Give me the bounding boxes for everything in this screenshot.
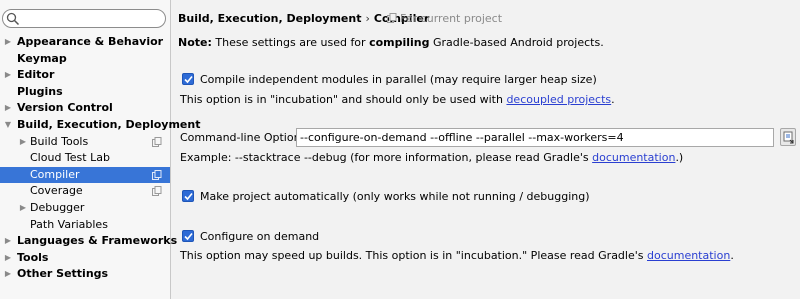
sidebar-item-coverage[interactable]: Coverage: [0, 183, 170, 200]
sidebar-item-label: Keymap: [17, 51, 67, 65]
parallel-hint-suffix: .: [611, 93, 615, 106]
cmdline-example-text: Example: --stacktrace --debug (for more …: [180, 151, 593, 164]
project-scope-icon: [152, 186, 162, 197]
sidebar-item-label: Tools: [17, 250, 49, 264]
expand-icon: [783, 131, 794, 144]
sidebar-item-other-settings[interactable]: ▶ Other Settings: [0, 266, 170, 283]
breadcrumb-separator: ›: [365, 12, 370, 25]
scope-indicator: For current project: [387, 12, 502, 25]
note-part2: Gradle-based Android projects.: [429, 36, 604, 49]
cmdline-example-suffix: .): [675, 151, 684, 164]
breadcrumb-parent[interactable]: Build, Execution, Deployment: [178, 12, 361, 25]
sidebar-item-label: Editor: [17, 68, 55, 82]
checkmark-icon: [184, 232, 193, 241]
chevron-right-icon[interactable]: ▶: [18, 200, 28, 217]
sidebar-item-label: Cloud Test Lab: [30, 151, 110, 165]
sidebar-item-label: Languages & Frameworks: [17, 234, 178, 248]
cmdline-example: Example: --stacktrace --debug (for more …: [180, 151, 683, 164]
sidebar-item-label: Plugins: [17, 84, 63, 98]
gradle-documentation-link-2[interactable]: documentation: [647, 249, 730, 262]
compiler-settings-panel: Build, Execution, Deployment › Compiler Fo…: [171, 0, 800, 299]
sidebar-item-build-execution-deployment[interactable]: ▼ Build, Execution, Deployment: [0, 117, 201, 134]
sidebar-item-plugins[interactable]: Plugins: [0, 84, 170, 101]
configure-on-demand-label[interactable]: Configure on demand: [200, 230, 319, 243]
chevron-right-icon[interactable]: ▶: [3, 266, 13, 283]
make-automatically-checkbox[interactable]: [182, 190, 194, 202]
sidebar-item-label: Coverage: [30, 184, 83, 198]
sidebar-item-languages-frameworks[interactable]: ▶ Languages & Frameworks: [0, 233, 177, 250]
parallel-hint-text: This option is in "incubation" and shoul…: [180, 93, 507, 106]
cmdline-label: Command-line Options:: [180, 131, 311, 144]
sidebar-item-version-control[interactable]: ▶ Version Control: [0, 100, 170, 117]
project-scope-icon: [152, 169, 162, 180]
sidebar-item-cloud-test-lab[interactable]: Cloud Test Lab: [0, 150, 170, 167]
parallel-checkbox[interactable]: [182, 73, 194, 85]
on-demand-hint-text: This option may speed up builds. This op…: [180, 249, 647, 262]
chevron-right-icon[interactable]: ▶: [18, 134, 28, 151]
sidebar-item-label: Other Settings: [17, 267, 109, 281]
chevron-right-icon[interactable]: ▶: [3, 233, 13, 250]
cmdline-options-input[interactable]: --configure-on-demand --offline --parall…: [296, 128, 774, 147]
sidebar-item-label: Debugger: [30, 200, 85, 214]
sidebar-item-compiler[interactable]: Compiler: [0, 166, 170, 184]
on-demand-hint-suffix: .: [730, 249, 734, 262]
expand-editor-button[interactable]: [780, 128, 796, 146]
project-scope-icon: [387, 13, 397, 23]
sidebar-item-keymap[interactable]: Keymap: [0, 51, 170, 68]
configure-on-demand-hint: This option may speed up builds. This op…: [180, 249, 734, 262]
chevron-down-icon[interactable]: ▼: [3, 117, 13, 134]
gradle-documentation-link[interactable]: documentation: [592, 151, 675, 164]
project-scope-icon: [152, 136, 162, 147]
parallel-label[interactable]: Compile independent modules in parallel …: [200, 73, 597, 86]
settings-sidebar: ▶ Appearance & Behavior Keymap ▶ Editor Plugi…: [0, 0, 201, 299]
sidebar-item-build-tools[interactable]: ▶ Build Tools: [0, 134, 170, 151]
scope-label: For current project: [400, 12, 503, 25]
sidebar-item-editor[interactable]: ▶ Editor: [0, 67, 170, 84]
chevron-right-icon[interactable]: ▶: [3, 100, 13, 117]
checkmark-icon: [184, 192, 193, 201]
sidebar-item-label: Path Variables: [30, 217, 108, 231]
sidebar-item-label: Version Control: [17, 101, 113, 115]
chevron-right-icon[interactable]: ▶: [3, 34, 13, 51]
sidebar-item-tools[interactable]: ▶ Tools: [0, 250, 170, 267]
sidebar-item-path-variables[interactable]: Path Variables: [0, 217, 170, 234]
configure-on-demand-checkbox[interactable]: [182, 230, 194, 242]
sidebar-item-label: Appearance & Behavior: [17, 35, 164, 48]
sidebar-item-appearance-behavior[interactable]: ▶ Appearance & Behavior: [0, 34, 170, 51]
chevron-right-icon[interactable]: ▶: [3, 67, 13, 84]
note-bold-word: compiling: [369, 36, 430, 49]
settings-tree: ▶ Appearance & Behavior Keymap ▶ Editor Plugi…: [0, 34, 201, 283]
make-automatically-label[interactable]: Make project automatically (only works w…: [200, 190, 590, 203]
note-part1: These settings are used for: [211, 36, 370, 49]
checkmark-icon: [184, 75, 193, 84]
search-field[interactable]: [2, 9, 166, 28]
chevron-right-icon[interactable]: ▶: [3, 250, 13, 267]
note-prefix: Note:: [178, 36, 212, 49]
parallel-hint: This option is in "incubation" and shoul…: [180, 93, 615, 106]
decoupled-projects-link[interactable]: decoupled projects: [506, 93, 611, 106]
sidebar-item-debugger[interactable]: ▶ Debugger: [0, 200, 170, 217]
note-text: Note: These settings are used for compil…: [178, 36, 604, 49]
sidebar-item-label: Build Tools: [30, 134, 89, 148]
sidebar-item-label: Compiler: [30, 167, 80, 181]
search-icon: [6, 12, 20, 26]
